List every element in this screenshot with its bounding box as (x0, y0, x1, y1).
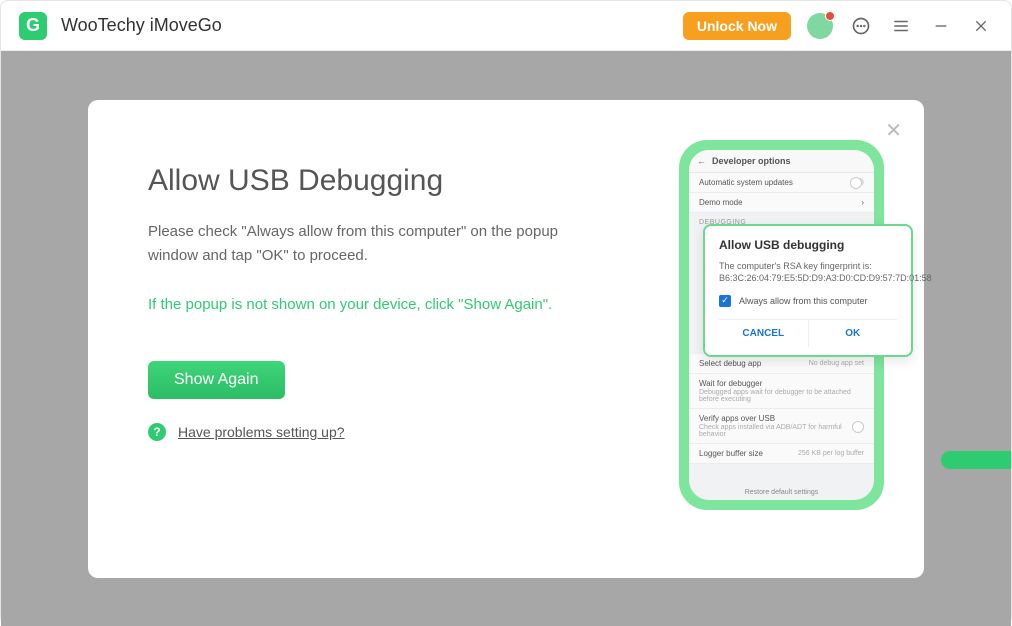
modal-left-column: Allow USB Debugging Please check "Always… (148, 146, 679, 538)
modal-close-icon[interactable]: ✕ (885, 118, 902, 143)
phone-row-wait: Wait for debugger Debugged apps wait for… (689, 374, 874, 409)
step-accent (941, 451, 1011, 469)
popup-body-line2: B6:3C:26:04:79:E5:5D:D9:A3:D0:CD:D9:57:7… (719, 273, 932, 283)
minimize-icon[interactable] (929, 14, 953, 38)
popup-body: The computer's RSA key fingerprint is: B… (719, 260, 897, 285)
feedback-icon[interactable] (849, 14, 873, 38)
phone-row-demo: Demo mode › (689, 193, 874, 213)
phone-row-auto-update: Automatic system updates (689, 173, 874, 193)
phone-row-verify: Verify apps over USB Check apps installe… (689, 409, 874, 444)
phone-row-sublabel: Check apps installed via ADB/ADT for har… (699, 424, 852, 438)
phone-wrapper: ← Developer options Automatic system upd… (679, 146, 884, 538)
app-title: WooTechy iMoveGo (61, 15, 222, 36)
popup-checkbox-label: Always allow from this computer (739, 296, 868, 306)
popup-ok-button: OK (809, 320, 898, 347)
phone-row-label: Select debug app (699, 359, 761, 368)
phone-row-sublabel: 256 KB per log buffer (798, 450, 864, 457)
phone-screen-header: ← Developer options (689, 150, 874, 173)
popup-checkbox-row: ✓ Always allow from this computer (719, 295, 897, 307)
phone-row-label: Verify apps over USB (699, 414, 775, 423)
chevron-right-icon: › (861, 198, 864, 207)
help-row: ? Have problems setting up? (148, 423, 659, 441)
app-logo: G (19, 12, 47, 40)
phone-row-logger: Logger buffer size 256 KB per log buffer (689, 444, 874, 464)
avatar[interactable] (807, 13, 833, 39)
popup-body-line1: The computer's RSA key fingerprint is: (719, 261, 872, 271)
phone-row-sublabel: Debugged apps wait for debugger to be at… (699, 389, 864, 403)
phone-row-sublabel: No debug app set (809, 360, 864, 367)
modal-heading: Allow USB Debugging (148, 164, 659, 198)
toggle-icon (852, 422, 864, 430)
help-icon: ? (148, 423, 166, 441)
phone-row-label: Logger buffer size (699, 449, 763, 458)
phone-row-label: Demo mode (699, 198, 743, 207)
toggle-icon (850, 178, 864, 186)
popup-title: Allow USB debugging (719, 238, 897, 252)
titlebar: G WooTechy iMoveGo Unlock Now (1, 1, 1011, 51)
usb-debugging-modal: ✕ Allow USB Debugging Please check "Alwa… (88, 100, 924, 578)
back-icon: ← (697, 156, 706, 166)
popup-cancel-button: CANCEL (719, 320, 809, 347)
unlock-button[interactable]: Unlock Now (683, 12, 791, 40)
popup-actions: CANCEL OK (719, 319, 897, 347)
phone-row-label: Wait for debugger (699, 379, 762, 388)
help-link[interactable]: Have problems setting up? (178, 424, 345, 440)
modal-hint: If the popup is not shown on your device… (148, 296, 659, 313)
phone-footer: Restore default settings (689, 489, 874, 496)
show-again-button[interactable]: Show Again (148, 361, 285, 399)
modal-instruction: Please check "Always allow from this com… (148, 220, 568, 268)
close-icon[interactable] (969, 14, 993, 38)
checkbox-icon: ✓ (719, 295, 731, 307)
backdrop: ✕ Allow USB Debugging Please check "Alwa… (1, 51, 1011, 626)
phone-row-label: Automatic system updates (699, 178, 793, 187)
menu-icon[interactable] (889, 14, 913, 38)
android-usb-popup: Allow USB debugging The computer's RSA k… (703, 224, 913, 357)
phone-header-title: Developer options (712, 156, 791, 166)
